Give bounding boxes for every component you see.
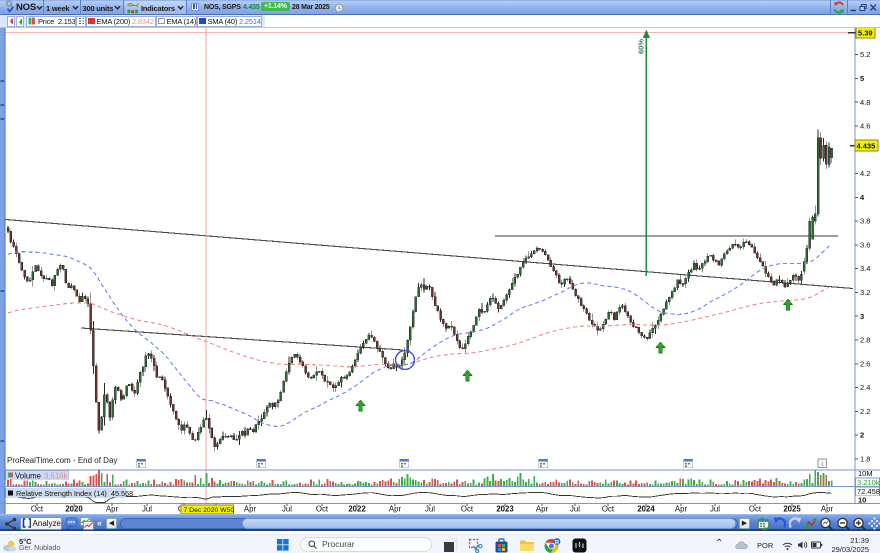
svg-text:5.2: 5.2: [860, 50, 870, 59]
svg-text:4.2: 4.2: [860, 169, 870, 178]
svg-text:3: 3: [860, 312, 864, 321]
svg-text:2.6: 2.6: [860, 359, 870, 368]
svg-text:10: 10: [858, 495, 866, 504]
svg-text:5.39: 5.39: [858, 29, 873, 38]
svg-text:R: R: [555, 539, 559, 545]
svg-text:2.8: 2.8: [860, 336, 870, 345]
svg-text:10M: 10M: [858, 469, 873, 478]
svg-text:7 Dec 2020 W50: 7 Dec 2020 W50: [184, 507, 235, 514]
svg-text:Apr: Apr: [106, 505, 119, 514]
svg-text:2023: 2023: [496, 505, 514, 514]
svg-text:Jul: Jul: [710, 505, 720, 514]
svg-text:Apr: Apr: [389, 505, 402, 514]
svg-text:2: 2: [860, 431, 864, 440]
svg-text:2.2: 2.2: [860, 407, 870, 416]
svg-text:Apr: Apr: [821, 505, 834, 514]
svg-text:Jul: Jul: [570, 505, 580, 514]
svg-text:4.435: 4.435: [857, 142, 876, 151]
svg-text:Apr: Apr: [536, 505, 549, 514]
svg-text:2.4: 2.4: [860, 383, 870, 392]
svg-text:ProRealTime.com - End of Day: ProRealTime.com - End of Day: [7, 456, 117, 465]
svg-text:4.8: 4.8: [860, 98, 870, 107]
svg-text:3.2: 3.2: [860, 288, 870, 297]
svg-text:Jul: Jul: [142, 505, 152, 514]
svg-text:Oct: Oct: [316, 505, 329, 514]
svg-text:Jul: Jul: [425, 505, 435, 514]
svg-text:Oct: Oct: [461, 505, 474, 514]
svg-text:2022: 2022: [348, 505, 366, 514]
svg-text:Oct: Oct: [31, 505, 44, 514]
svg-text:3,516k: 3,516k: [44, 471, 68, 480]
svg-text:3.6: 3.6: [860, 241, 870, 250]
svg-text:Volume: Volume: [15, 471, 41, 480]
svg-text:1.8: 1.8: [860, 455, 870, 464]
svg-text:i: i: [821, 461, 822, 468]
svg-text:3.210k: 3.210k: [857, 478, 880, 487]
svg-text:Relative Strength Index (14): Relative Strength Index (14) 45.568: [16, 489, 133, 498]
svg-text:3.8: 3.8: [860, 217, 870, 226]
svg-text:4.6: 4.6: [860, 122, 870, 131]
svg-text:Apr: Apr: [244, 505, 257, 514]
svg-text:3.4: 3.4: [860, 264, 870, 273]
svg-text:2020: 2020: [65, 505, 83, 514]
svg-text:60%: 60%: [637, 39, 646, 54]
svg-text:5: 5: [860, 74, 864, 83]
svg-text:Oct: Oct: [749, 505, 762, 514]
svg-text:Jul: Jul: [282, 505, 292, 514]
svg-text:Oct: Oct: [602, 505, 615, 514]
svg-text:2025: 2025: [783, 505, 801, 514]
svg-text:2024: 2024: [637, 505, 655, 514]
svg-text:Apr: Apr: [675, 505, 688, 514]
